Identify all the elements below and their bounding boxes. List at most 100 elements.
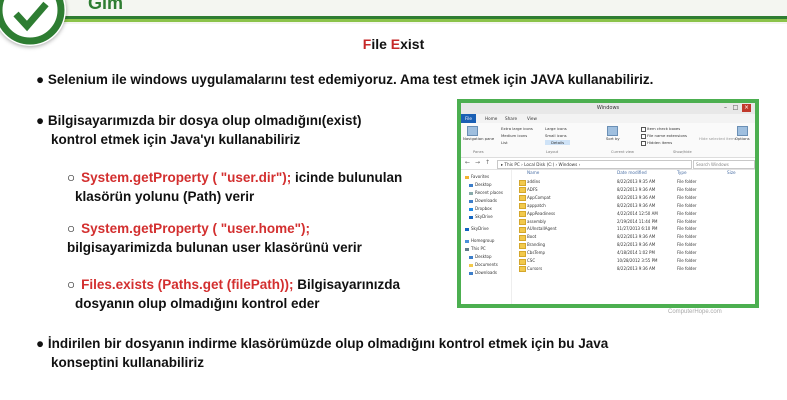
nav-recent-places[interactable]: Recent places — [469, 190, 503, 195]
search-input[interactable]: Search Windows — [693, 160, 755, 169]
file-name-extensions-toggle[interactable]: File name extensions — [641, 133, 687, 139]
nav-pc-desktop[interactable]: Desktop — [469, 254, 492, 259]
forward-arrow-icon[interactable]: → — [473, 159, 482, 167]
address-bar-row: ← → ↑ ▸ This PC › Local Disk (C:) › Wind… — [461, 158, 755, 170]
banner-stripe-light — [0, 19, 787, 22]
nav-documents[interactable]: Documents — [469, 262, 498, 267]
nav-favorites[interactable]: Favorites — [465, 174, 489, 179]
table-row[interactable]: ADFS 8/22/2013 9:36 AM File folder — [515, 186, 755, 194]
file-date: 8/22/2013 9:36 AM — [617, 265, 656, 271]
options-button[interactable]: Options — [735, 136, 750, 141]
file-date: 11/27/2013 6:10 PM — [617, 226, 658, 232]
table-row[interactable]: Cursors 8/22/2013 9:36 AM File folder — [515, 265, 755, 273]
file-type: File folder — [677, 258, 697, 263]
address-input[interactable]: ▸ This PC › Local Disk (C:) › Windows › — [497, 160, 692, 169]
column-type[interactable]: Type — [677, 170, 687, 175]
large-icons-option[interactable]: Large icons — [545, 126, 567, 131]
table-row[interactable]: CbsTemp 4/18/2014 1:02 PM File folder — [515, 249, 755, 257]
file-type: File folder — [677, 186, 697, 192]
details-option[interactable]: Details — [545, 140, 571, 145]
folder-icon — [519, 179, 526, 186]
file-type: File folder — [677, 210, 697, 216]
bullet-2-line1: ● Bilgisayarımızda bir dosya olup olmadı… — [36, 113, 362, 128]
file-type: File folder — [677, 179, 697, 184]
tab-share[interactable]: Share — [501, 114, 521, 123]
file-name: CSC — [527, 258, 536, 263]
folder-icon — [519, 234, 526, 241]
folder-icon — [519, 195, 526, 202]
nav-this-pc[interactable]: This PC — [465, 246, 486, 251]
close-icon[interactable]: × — [742, 104, 751, 112]
medium-icons-option[interactable]: Medium icons — [501, 133, 527, 138]
sort-by-button[interactable]: Sort by — [606, 136, 620, 141]
sub-bullet-files-exists: ○ Files.exists (Paths.get (filePath)); Bi… — [67, 277, 400, 292]
nav-desktop[interactable]: Desktop — [469, 182, 492, 187]
sub-bullet-user-home-line2: bilgisayarimizda bulunan user klasörünü … — [67, 240, 362, 255]
file-type: File folder — [677, 194, 697, 200]
hidden-items-toggle[interactable]: Hidden items — [641, 140, 672, 146]
maximize-icon[interactable]: □ — [731, 104, 740, 112]
table-row[interactable]: Boot 8/22/2013 9:36 AM File folder — [515, 233, 755, 241]
caption-show-hide: Show/hide — [673, 150, 692, 154]
file-type: File folder — [677, 202, 697, 208]
tab-file[interactable]: File — [461, 114, 477, 123]
column-name[interactable]: Name — [527, 170, 539, 175]
logo-text: Gim — [88, 0, 124, 13]
ribbon: Navigation pane Extra large icons Large … — [461, 123, 755, 158]
file-name: apppatch — [527, 202, 546, 208]
back-arrow-icon[interactable]: ← — [463, 159, 472, 167]
bullet-3-line2: konseptini kullanabiliriz — [51, 355, 205, 370]
tab-view[interactable]: View — [523, 114, 541, 123]
caption-layout: Layout — [546, 150, 559, 154]
up-arrow-icon[interactable]: ↑ — [483, 159, 492, 167]
caption-current-view: Current view — [611, 150, 634, 154]
file-date: 8/22/2013 9:36 AM — [617, 234, 656, 240]
hide-selected-button[interactable]: Hide selected items — [699, 136, 737, 141]
folder-icon — [519, 250, 526, 257]
window-title: Windows — [461, 103, 755, 114]
minimize-icon[interactable]: – — [721, 104, 730, 112]
sub-bullet-files-exists-line2: dosyanın olup olmadığını kontrol eder — [75, 296, 320, 311]
nav-homegroup[interactable]: Homegroup — [465, 238, 494, 243]
folder-icon — [519, 258, 526, 265]
file-name: addins — [527, 179, 541, 184]
file-type: File folder — [677, 226, 697, 232]
item-check-boxes-toggle[interactable]: Item check boxes — [641, 126, 680, 132]
column-size[interactable]: Size — [727, 170, 736, 175]
file-type: File folder — [677, 250, 697, 256]
nav-pc-downloads[interactable]: Downloads — [469, 270, 497, 275]
table-row[interactable]: CSC 10/28/2012 3:55 PM File folder — [515, 257, 755, 265]
table-row[interactable]: AUInstallAgent 11/27/2013 6:10 PM File fol… — [515, 225, 755, 233]
extra-large-icons-option[interactable]: Extra large icons — [501, 126, 533, 131]
table-row[interactable]: Branding 8/22/2013 9:36 AM File folder — [515, 241, 755, 249]
file-date: 8/22/2013 9:36 AM — [617, 202, 656, 208]
column-date[interactable]: Date modified — [617, 170, 647, 175]
sub-bullet-user-dir-line2: klasörün yolunu (Path) verir — [75, 189, 255, 204]
table-row[interactable]: apppatch 8/22/2013 9:36 AM File folder — [515, 202, 755, 210]
slide-title: File Exist — [362, 36, 425, 52]
folder-icon — [519, 211, 526, 218]
table-row[interactable]: addins 8/22/2013 9:35 AM File folder — [515, 178, 755, 186]
file-date: 8/22/2013 9:36 AM — [617, 242, 656, 248]
sub-bullet-user-dir: ○ System.getProperty ( "user.dir"); icind… — [67, 170, 403, 185]
file-date: 4/22/2014 12:50 AM — [617, 210, 658, 216]
nav-dropbox[interactable]: Dropbox — [469, 206, 492, 211]
file-name: Branding — [527, 242, 546, 248]
small-icons-option[interactable]: Small icons — [545, 133, 567, 138]
table-row[interactable]: AppCompat 8/22/2013 9:36 AM File folder — [515, 194, 755, 202]
file-list: Name Date modified Type Size addins 8/22/… — [515, 170, 755, 304]
nav-skydrive[interactable]: SkyDrive — [465, 226, 489, 231]
nav-skydrive-fav[interactable]: SkyDrive — [469, 214, 493, 219]
navigation-pane: Favorites Desktop Recent places Download… — [461, 170, 512, 304]
file-name: CbsTemp — [527, 250, 546, 256]
bullet-2-line2: kontrol etmek için Java'yı kullanabiliri… — [51, 132, 301, 147]
file-name: AppReadiness — [527, 210, 556, 216]
tab-home[interactable]: Home — [481, 114, 501, 123]
list-option[interactable]: List — [501, 140, 508, 145]
table-row[interactable]: assembly 2/19/2014 11:44 PM File folder — [515, 218, 755, 225]
table-row[interactable]: AppReadiness 4/22/2014 12:50 AM File folde… — [515, 210, 755, 218]
nav-downloads[interactable]: Downloads — [469, 198, 497, 203]
file-date: 10/28/2012 3:55 PM — [617, 258, 658, 263]
navigation-pane-icon — [467, 126, 478, 136]
navigation-pane-button[interactable]: Navigation pane — [463, 136, 494, 141]
